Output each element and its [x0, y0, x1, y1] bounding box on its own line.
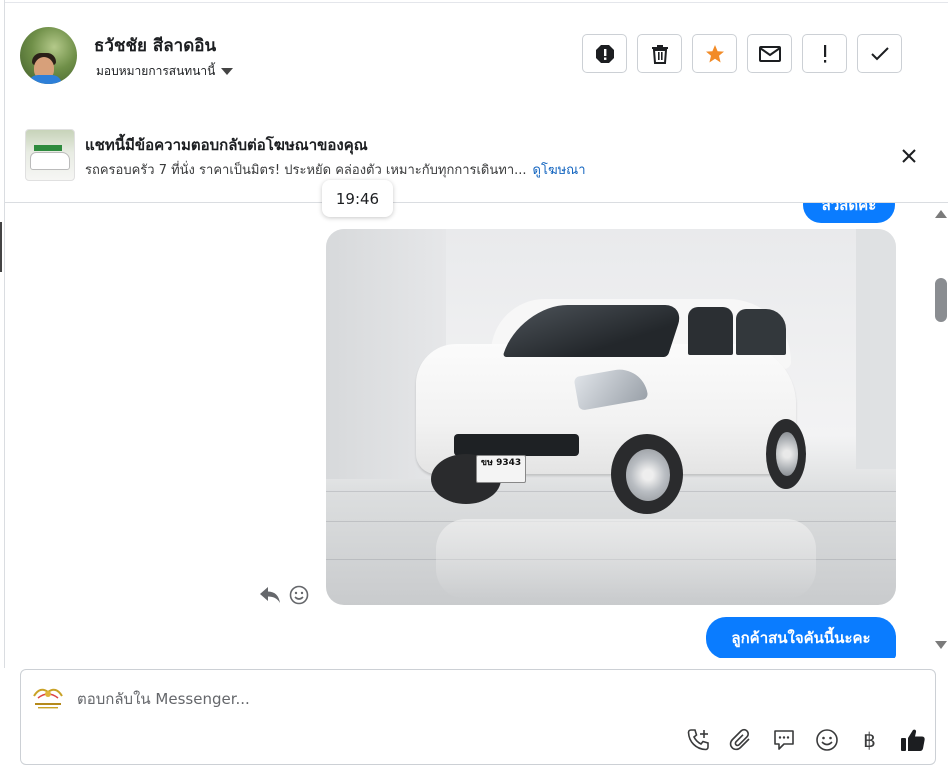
spam-icon	[595, 44, 614, 63]
conversation-actions	[582, 34, 902, 73]
license-plate: ขษ 9343	[476, 455, 526, 483]
ad-thumbnail[interactable]	[25, 129, 75, 181]
close-banner-button[interactable]	[898, 145, 920, 167]
chat-scrollbar[interactable]	[930, 203, 948, 658]
close-icon	[902, 149, 916, 163]
ad-reply-banner: แชทนี้มีข้อความตอบกลับต่อโฆษณาของคุณ รถค…	[5, 107, 948, 203]
contact-avatar[interactable]	[20, 27, 77, 84]
trash-icon	[651, 44, 668, 64]
caret-down-icon	[221, 68, 234, 75]
avatar-shirt	[28, 75, 62, 84]
conversation-header: ธวัชชัย สีลาดอิน มอบหมายการสนทนานี้	[5, 3, 948, 108]
emoji-icon	[815, 729, 838, 751]
timestamp-tooltip: 19:46	[322, 180, 393, 217]
outgoing-message-bubble[interactable]: ลูกค้าสนใจคันนี้นะคะ	[706, 617, 896, 658]
view-ad-link[interactable]: ดูโฆษณา	[533, 163, 586, 178]
photo-floor-line	[326, 491, 896, 492]
ad-thumbnail-car	[30, 152, 70, 170]
message-list: สวัสดีค่ะ ขษ 9343 ลูกค้าสนใจคันนี้นะคะ	[5, 203, 930, 658]
emoji-button[interactable]	[812, 726, 841, 754]
call-add-icon	[687, 729, 709, 751]
scrollbar-thumb[interactable]	[935, 278, 947, 322]
attachment-icon	[729, 728, 750, 751]
scroll-down-arrow-icon[interactable]	[935, 641, 947, 649]
ad-thumbnail-tag	[34, 145, 62, 151]
mark-spam-button[interactable]	[582, 34, 627, 73]
scroll-up-arrow-icon[interactable]	[935, 210, 947, 218]
outgoing-message-bubble[interactable]: สวัสดีค่ะ	[803, 203, 895, 223]
star-button[interactable]	[692, 34, 737, 73]
star-icon	[705, 44, 724, 62]
composer-toolbar: ฿	[683, 726, 927, 754]
saved-reply-icon	[773, 730, 794, 750]
car-window	[688, 307, 733, 355]
photo-wall-right	[856, 229, 896, 469]
saved-replies-button[interactable]	[769, 726, 798, 754]
mark-done-button[interactable]	[857, 34, 902, 73]
mark-unread-button[interactable]	[747, 34, 792, 73]
message-hover-actions	[259, 585, 309, 605]
follow-up-button[interactable]	[802, 34, 847, 73]
message-input[interactable]	[77, 687, 677, 711]
car-grille	[454, 434, 579, 456]
message-composer: ฿	[20, 669, 936, 765]
car-rim	[626, 449, 670, 501]
reply-icon[interactable]	[259, 586, 281, 604]
car-photo-message[interactable]: ขษ 9343	[326, 229, 896, 605]
ad-description: รถครอบครัว 7 ที่นั่ง ราคาเป็นมิตร! ประหย…	[85, 163, 527, 178]
car-window	[736, 309, 786, 355]
attach-button[interactable]	[726, 726, 755, 754]
react-emoji-icon[interactable]	[289, 585, 309, 605]
photo-reflection	[436, 519, 816, 599]
edge-marker	[0, 222, 2, 272]
baht-icon: ฿	[863, 728, 876, 752]
ad-banner-subtitle: รถครอบครัว 7 ที่นั่ง ราคาเป็นมิตร! ประหย…	[85, 159, 586, 180]
payment-button[interactable]: ฿	[855, 726, 884, 754]
check-icon	[870, 46, 889, 60]
exclamation-icon	[823, 44, 826, 63]
assign-conversation-dropdown[interactable]: มอบหมายการสนทนานี้	[96, 62, 234, 81]
contact-name[interactable]: ธวัชชัย สีลาดอิน	[94, 32, 216, 59]
like-icon	[900, 729, 925, 751]
ad-banner-title: แชทนี้มีข้อความตอบกลับต่อโฆษณาของคุณ	[85, 136, 368, 154]
delete-button[interactable]	[637, 34, 682, 73]
page-logo-icon	[33, 688, 63, 709]
assign-label: มอบหมายการสนทนานี้	[96, 64, 216, 78]
car-rim	[776, 432, 798, 476]
call-button[interactable]	[683, 726, 712, 754]
mail-icon	[758, 45, 781, 62]
like-button[interactable]	[898, 726, 927, 754]
